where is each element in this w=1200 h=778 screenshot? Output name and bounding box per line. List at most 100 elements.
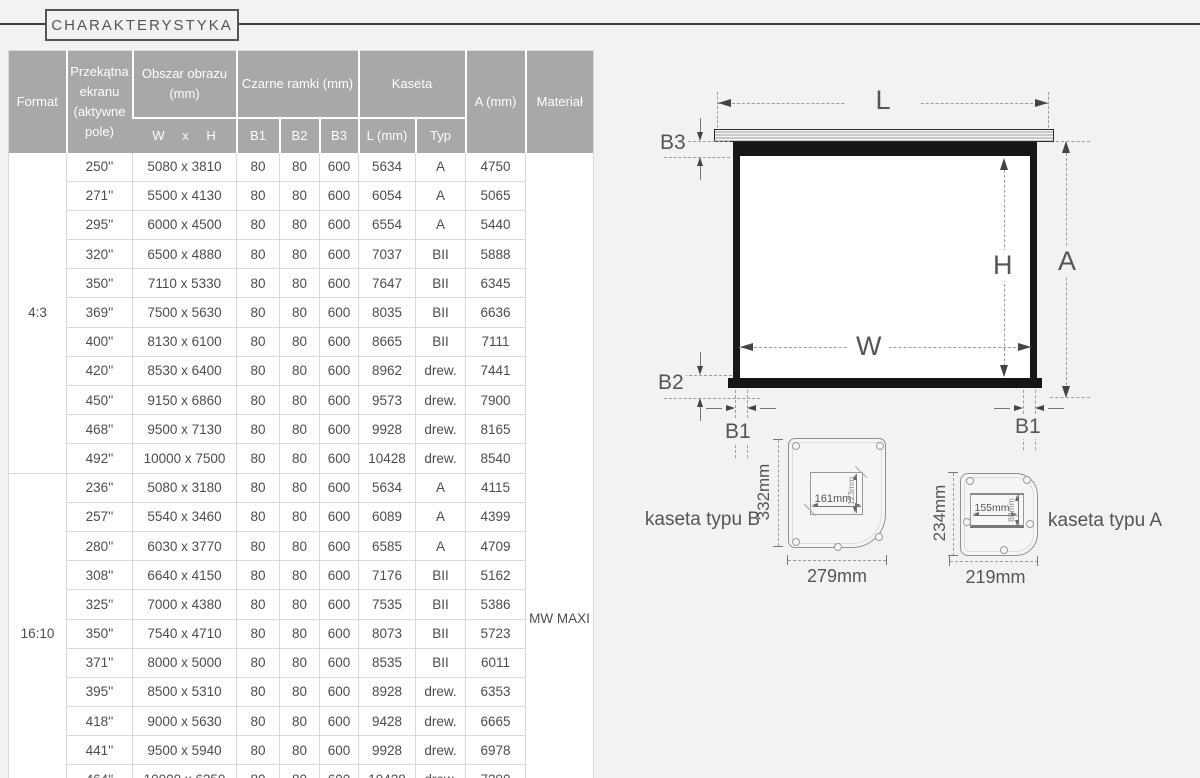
cell-b2: 80 bbox=[280, 707, 320, 736]
cell-diagonal: 325'' bbox=[67, 590, 133, 619]
cell-b3: 600 bbox=[320, 327, 359, 356]
cell-a-mm: 7111 bbox=[466, 327, 526, 356]
cell-l-mm: 5634 bbox=[359, 153, 416, 182]
col-header-a-mm: A (mm) bbox=[466, 51, 526, 153]
cell-typ: drew. bbox=[416, 707, 466, 736]
col-header-format: Format bbox=[9, 51, 67, 153]
format-cell: 4:3 bbox=[9, 153, 67, 474]
col-header-b2: B2 bbox=[280, 118, 320, 153]
screw-icon bbox=[792, 442, 800, 450]
cell-image-area: 8130 x 6100 bbox=[133, 327, 237, 356]
cell-image-area: 5080 x 3810 bbox=[133, 153, 237, 182]
cell-image-area: 9500 x 5940 bbox=[133, 736, 237, 765]
cell-l-mm: 8073 bbox=[359, 619, 416, 648]
table-row: 16:10236''5080 x 318080806005634A4115 bbox=[9, 473, 594, 502]
cell-b2: 80 bbox=[280, 619, 320, 648]
cell-image-area: 6500 x 4880 bbox=[133, 240, 237, 269]
b3-arrow-up-icon bbox=[697, 157, 703, 166]
table-row: 450''9150 x 686080806009573drew.7900 bbox=[9, 386, 594, 415]
b2-ref-bottom bbox=[664, 398, 760, 399]
cell-typ: BII bbox=[416, 648, 466, 677]
cell-b2: 80 bbox=[280, 240, 320, 269]
table-row: 257''5540 x 346080806006089A4399 bbox=[9, 502, 594, 531]
tick bbox=[948, 472, 958, 473]
b1-left-arrow-left-icon bbox=[747, 405, 756, 411]
a-ref-bottom bbox=[1050, 397, 1090, 398]
col-header-kaseta: Kaseta bbox=[359, 51, 466, 118]
table-row: 350''7540 x 471080806008073BII5723 bbox=[9, 619, 594, 648]
cell-typ: BII bbox=[416, 298, 466, 327]
b1-left-arrow-line-b bbox=[760, 408, 776, 409]
cell-l-mm: 6089 bbox=[359, 502, 416, 531]
cell-typ: BII bbox=[416, 590, 466, 619]
cassette-a-inner-height-label: 88mm bbox=[1006, 495, 1016, 525]
table-row: 4:3250''5080 x 381080806005634A4750MW MA… bbox=[9, 153, 594, 182]
cell-diagonal: 257'' bbox=[67, 502, 133, 531]
cell-b3: 600 bbox=[320, 648, 359, 677]
cell-l-mm: 7647 bbox=[359, 269, 416, 298]
screw-icon bbox=[966, 477, 974, 485]
screw-icon bbox=[1026, 520, 1034, 528]
cell-b3: 600 bbox=[320, 531, 359, 560]
cassette-a-width-label: 219mm bbox=[953, 567, 1038, 588]
cell-image-area: 8530 x 6400 bbox=[133, 356, 237, 385]
cell-b1: 80 bbox=[237, 590, 280, 619]
cell-image-area: 10000 x 6250 bbox=[133, 765, 237, 778]
cassette-a-height-dim-line bbox=[953, 473, 954, 556]
cell-b1: 80 bbox=[237, 298, 280, 327]
cell-typ: drew. bbox=[416, 386, 466, 415]
b1-right-arrow-line-b bbox=[1048, 408, 1064, 409]
screw-icon bbox=[834, 543, 842, 551]
cell-diagonal: 250'' bbox=[67, 153, 133, 182]
cell-image-area: 9500 x 7130 bbox=[133, 415, 237, 444]
cell-b1: 80 bbox=[237, 240, 280, 269]
l-dim-label: L bbox=[845, 85, 921, 116]
cell-b2: 80 bbox=[280, 473, 320, 502]
l-arrow-left-icon bbox=[718, 99, 731, 107]
tiny-arrow-left-icon bbox=[973, 512, 979, 516]
cell-image-area: 7110 x 5330 bbox=[133, 269, 237, 298]
cell-b3: 600 bbox=[320, 415, 359, 444]
cell-b3: 600 bbox=[320, 677, 359, 706]
cell-l-mm: 9428 bbox=[359, 707, 416, 736]
cell-b2: 80 bbox=[280, 181, 320, 210]
b3-dim-label: B3 bbox=[658, 131, 688, 155]
cell-b3: 600 bbox=[320, 240, 359, 269]
cell-image-area: 6030 x 3770 bbox=[133, 531, 237, 560]
cell-b1: 80 bbox=[237, 765, 280, 778]
cell-b1: 80 bbox=[237, 736, 280, 765]
cell-b2: 80 bbox=[280, 677, 320, 706]
cell-b2: 80 bbox=[280, 765, 320, 778]
cell-l-mm: 10428 bbox=[359, 444, 416, 473]
cell-b3: 600 bbox=[320, 502, 359, 531]
cell-a-mm: 7441 bbox=[466, 356, 526, 385]
cell-diagonal: 320'' bbox=[67, 240, 133, 269]
cell-l-mm: 7037 bbox=[359, 240, 416, 269]
cell-a-mm: 7900 bbox=[466, 386, 526, 415]
cell-b1: 80 bbox=[237, 677, 280, 706]
cell-image-area: 5080 x 3180 bbox=[133, 473, 237, 502]
cassette-b-width-label: 279mm bbox=[792, 566, 882, 587]
cell-b2: 80 bbox=[280, 386, 320, 415]
table-row: 369''7500 x 563080806008035BII6636 bbox=[9, 298, 594, 327]
cell-a-mm: 5162 bbox=[466, 561, 526, 590]
w-dim-label: W bbox=[848, 331, 889, 362]
table-row: 464''10000 x 6250808060010428drew.7290 bbox=[9, 765, 594, 778]
cell-diagonal: 400'' bbox=[67, 327, 133, 356]
cell-typ: drew. bbox=[416, 736, 466, 765]
col-header-diagonal: Przekątna ekranu (aktywne pole) bbox=[67, 51, 133, 153]
cell-typ: drew. bbox=[416, 765, 466, 778]
cell-l-mm: 6554 bbox=[359, 210, 416, 239]
cell-typ: BII bbox=[416, 561, 466, 590]
l-arrow-right-icon bbox=[1035, 99, 1048, 107]
cassette-b-name-label: kaseta typu B bbox=[615, 509, 760, 531]
tick bbox=[886, 555, 887, 565]
cell-b1: 80 bbox=[237, 269, 280, 298]
a-arrow-down-icon bbox=[1062, 386, 1070, 398]
cell-b3: 600 bbox=[320, 153, 359, 182]
cell-typ: drew. bbox=[416, 356, 466, 385]
cell-b2: 80 bbox=[280, 153, 320, 182]
b1-right-arrow-right-icon bbox=[1014, 405, 1023, 411]
cell-b2: 80 bbox=[280, 444, 320, 473]
cell-l-mm: 8665 bbox=[359, 327, 416, 356]
